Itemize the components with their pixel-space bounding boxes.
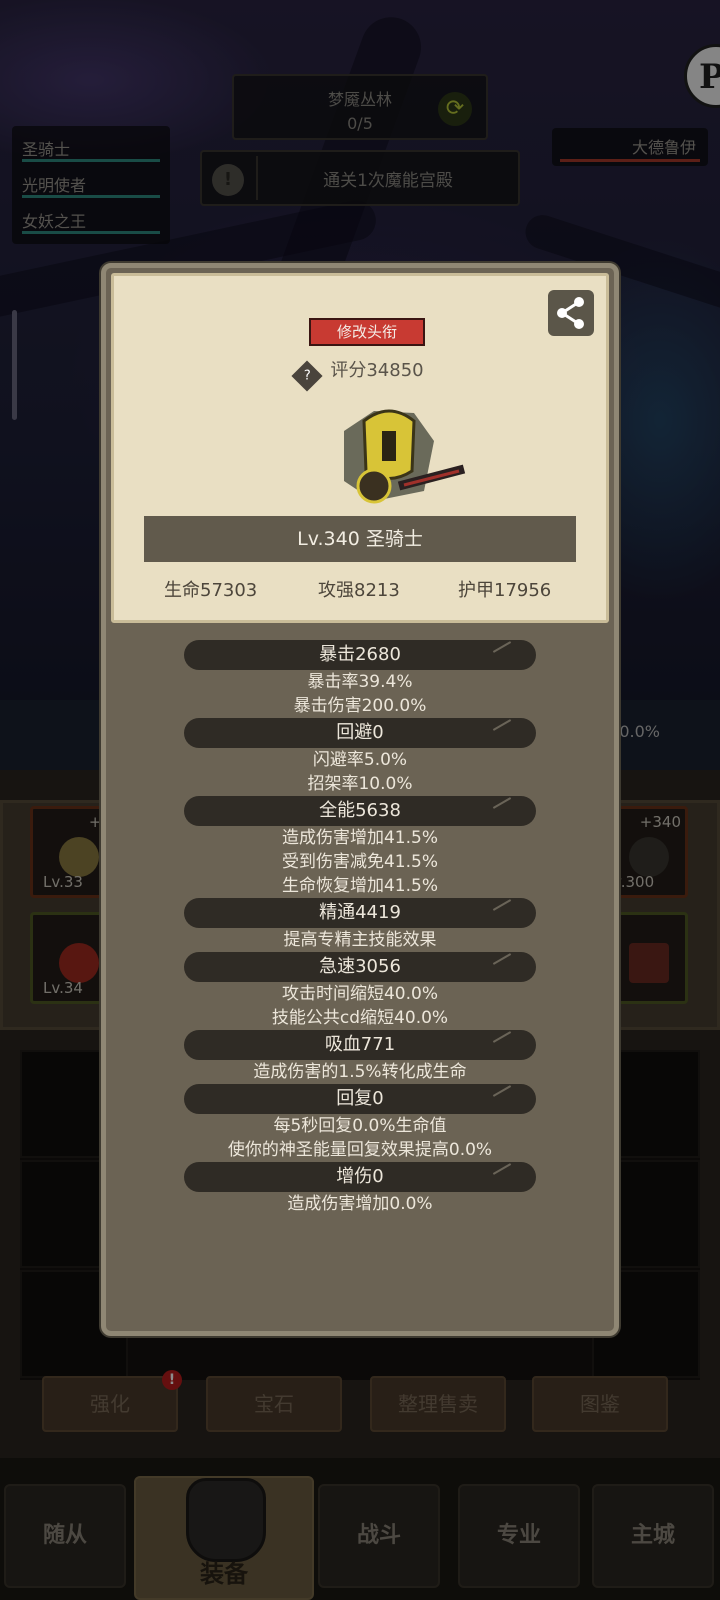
- stat-line: 每5秒回复0.0%生命值: [273, 1116, 447, 1136]
- stat-header: 回复0: [184, 1084, 536, 1114]
- stat-line: 暴击伤害200.0%: [293, 696, 427, 716]
- share-button[interactable]: [548, 290, 594, 336]
- stat-line: 提高专精主技能效果: [283, 930, 437, 950]
- stat-line: 技能公共cd缩短40.0%: [271, 1008, 449, 1028]
- character-stats-modal: 修改头衔 ? 评分34850 Lv.340 圣骑士 生命57303 攻强8213 …: [101, 263, 619, 1336]
- stat-group: 全能5638 造成伤害增加41.5% 受到伤害减免41.5% 生命恢复增加41.…: [106, 796, 614, 898]
- stat-header: 吸血771: [184, 1030, 536, 1060]
- stat-hp: 生命57303: [164, 580, 258, 601]
- edit-title-button[interactable]: 修改头衔: [309, 318, 425, 346]
- stat-header: 全能5638: [184, 796, 536, 826]
- character-card: 修改头衔 ? 评分34850 Lv.340 圣骑士 生命57303 攻强8213 …: [111, 273, 609, 623]
- share-icon: [557, 297, 584, 329]
- stat-line: 暴击率39.4%: [307, 672, 413, 692]
- stat-line: 生命恢复增加41.5%: [281, 876, 438, 896]
- stat-line: 造成伤害增加0.0%: [287, 1194, 433, 1214]
- stat-header: 暴击2680: [184, 640, 536, 670]
- stat-group: 回避0 闪避率5.0% 招架率10.0%: [106, 718, 614, 796]
- stat-group: 急速3056 攻击时间缩短40.0% 技能公共cd缩短40.0%: [106, 952, 614, 1030]
- stat-line: 闪避率5.0%: [312, 750, 408, 770]
- stat-line: 攻击时间缩短40.0%: [281, 984, 438, 1004]
- stat-attack: 攻强8213: [318, 580, 400, 601]
- stat-group: 精通4419 提高专精主技能效果: [106, 898, 614, 952]
- secondary-stats-list: 暴击2680 暴击率39.4% 暴击伤害200.0% 回避0 闪避率5.0% 招…: [106, 640, 614, 1216]
- stat-group: 回复0 每5秒回复0.0%生命值 使你的神圣能量回复效果提高0.0%: [106, 1084, 614, 1162]
- score-row: ? 评分34850: [114, 356, 606, 392]
- stat-header: 增伤0: [184, 1162, 536, 1192]
- paladin-hero-sprite: [344, 409, 466, 504]
- core-stats: 生命57303 攻强8213 护甲17956: [114, 576, 606, 606]
- stat-line: 受到伤害减免41.5%: [281, 852, 438, 872]
- question-icon[interactable]: ?: [291, 360, 323, 392]
- stat-line: 造成伤害的1.5%转化成生命: [253, 1062, 467, 1082]
- score-value: 评分34850: [330, 360, 424, 381]
- stat-group: 增伤0 造成伤害增加0.0%: [106, 1162, 614, 1216]
- stat-armor: 护甲17956: [458, 580, 552, 601]
- stat-line: 造成伤害增加41.5%: [281, 828, 438, 848]
- stat-line: 使你的神圣能量回复效果提高0.0%: [227, 1140, 493, 1160]
- stat-line: 招架率10.0%: [307, 774, 413, 794]
- stat-header: 精通4419: [184, 898, 536, 928]
- stat-header: 回避0: [184, 718, 536, 748]
- hero-name-banner: Lv.340 圣骑士: [144, 516, 576, 562]
- stat-group: 吸血771 造成伤害的1.5%转化成生命: [106, 1030, 614, 1084]
- stat-group: 暴击2680 暴击率39.4% 暴击伤害200.0%: [106, 640, 614, 718]
- stat-header: 急速3056: [184, 952, 536, 982]
